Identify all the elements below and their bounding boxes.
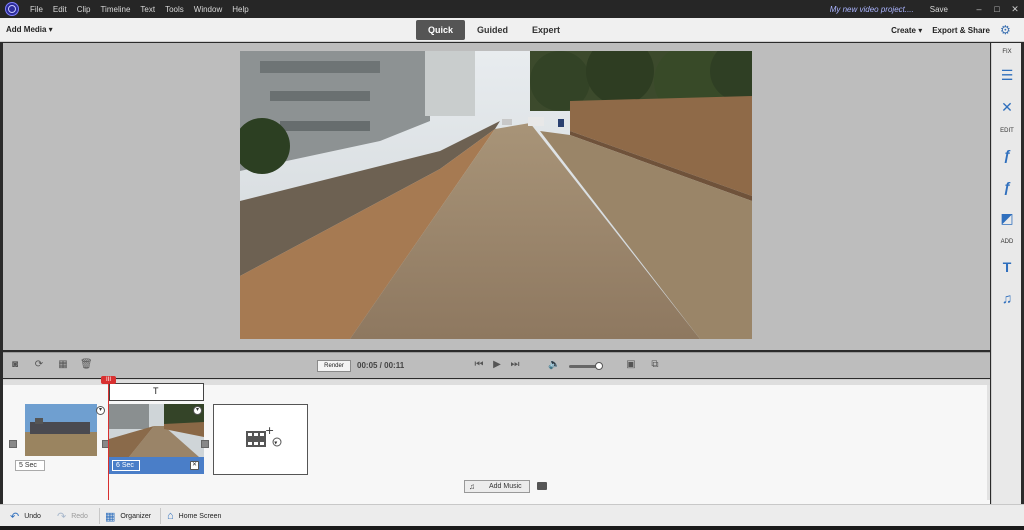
menu-text[interactable]: Text bbox=[135, 5, 160, 14]
home-screen-button[interactable]: ⌂ Home Screen bbox=[167, 509, 221, 523]
project-name: My new video project.... bbox=[829, 4, 914, 14]
add-clip-icon: + ▾ bbox=[246, 425, 282, 447]
film-icon[interactable]: ▦ bbox=[57, 359, 69, 371]
menu-window[interactable]: Window bbox=[189, 5, 227, 14]
clip-2-right-handle[interactable] bbox=[201, 440, 209, 448]
fix-section-label: FIX bbox=[1002, 49, 1012, 55]
add-music-label: Add Music bbox=[489, 483, 522, 490]
menu-timeline[interactable]: Timeline bbox=[95, 5, 135, 14]
timecode: 00:05 / 00:11 bbox=[357, 361, 405, 370]
clip-2-thumbnail bbox=[109, 404, 204, 457]
add-media-button[interactable]: Add Media ▾ bbox=[6, 25, 53, 34]
app-logo-icon[interactable] bbox=[5, 2, 19, 16]
toolbar-right: Create ▾ Export & Share ⚙ bbox=[881, 24, 1012, 36]
export-share-button[interactable]: Export & Share bbox=[932, 26, 990, 35]
title-text-icon: T bbox=[153, 386, 159, 396]
transitions-icon[interactable]: ◩ bbox=[999, 210, 1015, 226]
window-bottom-edge bbox=[0, 526, 1024, 530]
render-button[interactable]: Render bbox=[317, 360, 351, 372]
menu-clip[interactable]: Clip bbox=[72, 5, 96, 14]
clip-1-duration: 5 Sec bbox=[15, 460, 45, 471]
add-media-drop-target[interactable]: + ▾ bbox=[213, 404, 308, 475]
road-scene-image bbox=[240, 51, 752, 339]
timeline: T ▾ 5 Sec III ▾ 6 Sec ✕ + ▾ ♫ Add Music bbox=[3, 376, 990, 504]
playback-controls: ◙ ⟳ ▦ 🗑 Render 00:05 / 00:11 ⏮ ▶ ⏭ 🔈 ▣ ⧉ bbox=[3, 352, 990, 378]
home-icon: ⌂ bbox=[167, 510, 174, 522]
create-button[interactable]: Create ▾ bbox=[891, 26, 922, 35]
clip-1-menu-chevron-icon[interactable]: ▾ bbox=[96, 406, 105, 415]
svg-text:+: + bbox=[265, 425, 274, 437]
close-button[interactable]: ✕ bbox=[1006, 0, 1024, 18]
bottom-bar: ↶ Undo ↷ Redo ▦ Organizer ⌂ Home Screen bbox=[0, 504, 1024, 526]
separator bbox=[160, 508, 161, 524]
top-toolbar: Add Media ▾ Quick Guided Expert Create ▾… bbox=[0, 18, 1024, 42]
gear-icon[interactable]: ⚙ bbox=[1000, 24, 1012, 36]
clip-1-thumbnail bbox=[25, 404, 97, 456]
rotate-icon[interactable]: ⟳ bbox=[33, 359, 45, 371]
preview-monitor bbox=[3, 43, 990, 350]
undo-button[interactable]: ↶ Undo bbox=[10, 509, 41, 523]
monitor-icon[interactable]: ▣ bbox=[625, 359, 637, 371]
adjust-sliders-icon[interactable]: ☰ bbox=[999, 67, 1015, 83]
maximize-button[interactable]: □ bbox=[988, 0, 1006, 18]
menu-help[interactable]: Help bbox=[227, 5, 253, 14]
redo-icon: ↷ bbox=[57, 510, 67, 523]
organizer-label: Organizer bbox=[120, 512, 152, 520]
separator bbox=[99, 508, 100, 524]
minimize-button[interactable]: – bbox=[970, 0, 988, 18]
menu-right-area: My new video project.... Save – □ ✕ bbox=[830, 0, 1024, 18]
clip-2-duration: 6 Sec bbox=[112, 460, 140, 471]
edit-section-label: EDIT bbox=[1000, 128, 1014, 134]
tab-quick[interactable]: Quick bbox=[416, 20, 466, 40]
skip-forward-icon[interactable]: ⏭ bbox=[509, 359, 521, 371]
effects-icon[interactable]: ƒ bbox=[999, 179, 1015, 195]
tab-guided[interactable]: Guided bbox=[465, 20, 520, 40]
menu-bar: File Edit Clip Timeline Text Tools Windo… bbox=[0, 0, 1024, 18]
tab-expert[interactable]: Expert bbox=[520, 20, 572, 40]
organizer-icon: ▦ bbox=[105, 510, 116, 523]
clip-1[interactable] bbox=[25, 404, 97, 456]
video-editor-app: File Edit Clip Timeline Text Tools Windo… bbox=[0, 0, 1024, 530]
volume-icon[interactable]: 🔈 bbox=[548, 359, 560, 371]
applied-effects-icon[interactable]: ƒ bbox=[999, 147, 1015, 163]
play-icon[interactable]: ▶ bbox=[491, 359, 503, 371]
menu-file[interactable]: File bbox=[25, 5, 48, 14]
timeline-scrollbar[interactable] bbox=[987, 385, 990, 500]
fullscreen-icon[interactable]: ⧉ bbox=[649, 359, 661, 371]
titles-icon[interactable]: T bbox=[999, 259, 1015, 275]
folder-icon[interactable] bbox=[537, 482, 547, 490]
trash-icon[interactable]: 🗑 bbox=[80, 359, 93, 371]
organizer-button[interactable]: ▦ Organizer bbox=[105, 509, 151, 523]
skip-back-icon[interactable]: ⏮ bbox=[473, 359, 485, 371]
music-icon[interactable]: ♫ bbox=[999, 290, 1015, 306]
mode-tabs: Quick Guided Expert bbox=[416, 20, 572, 40]
menu-tools[interactable]: Tools bbox=[160, 5, 189, 14]
svg-text:▾: ▾ bbox=[274, 440, 277, 447]
undo-label: Undo bbox=[24, 512, 41, 520]
undo-icon: ↶ bbox=[10, 510, 20, 523]
clip-1-left-handle[interactable] bbox=[9, 440, 17, 448]
tools-icon[interactable]: ✕ bbox=[999, 99, 1015, 115]
home-screen-label: Home Screen bbox=[178, 512, 222, 520]
video-preview[interactable] bbox=[240, 51, 752, 339]
clip-2-menu-chevron-icon[interactable]: ▾ bbox=[193, 406, 202, 415]
redo-label: Redo bbox=[71, 512, 88, 520]
camera-icon[interactable]: ◙ bbox=[9, 359, 21, 371]
add-music-button[interactable]: ♫ Add Music bbox=[464, 480, 530, 493]
add-section-label: ADD bbox=[1000, 239, 1014, 245]
menu-edit[interactable]: Edit bbox=[48, 5, 72, 14]
redo-button[interactable]: ↷ Redo bbox=[57, 509, 88, 523]
clip-2-fx-icon[interactable]: ✕ bbox=[190, 461, 199, 470]
save-button[interactable]: Save bbox=[930, 5, 948, 14]
right-panel: FIX ☰ ✕ EDIT ƒ ƒ ◩ ADD T ♫ bbox=[991, 43, 1021, 504]
playhead-marker[interactable]: III bbox=[101, 376, 116, 384]
title-track[interactable]: T bbox=[109, 383, 204, 401]
music-note-icon: ♫ bbox=[469, 482, 475, 491]
volume-slider-knob[interactable] bbox=[595, 362, 603, 370]
